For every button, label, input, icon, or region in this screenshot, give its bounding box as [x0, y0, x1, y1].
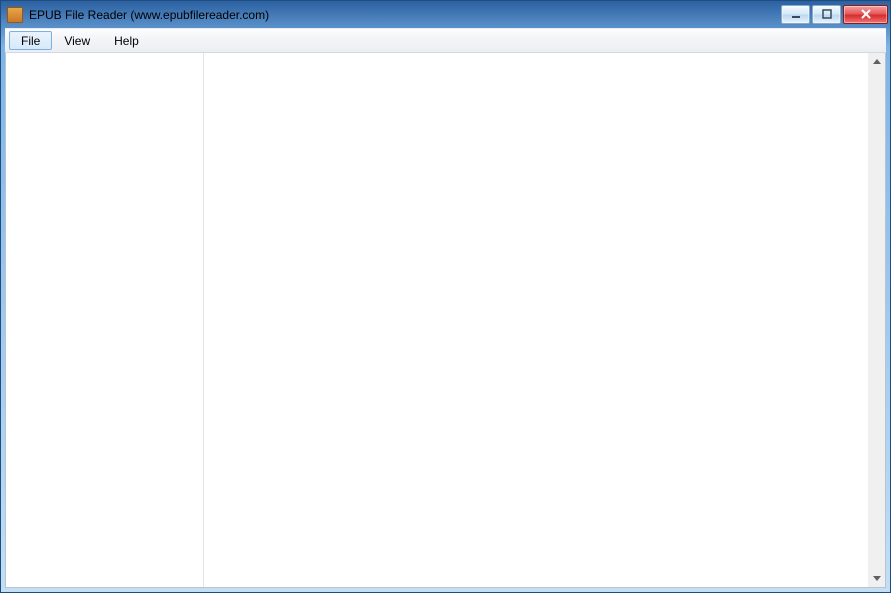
menu-file[interactable]: File	[9, 31, 52, 50]
close-button[interactable]	[843, 5, 888, 24]
menu-view[interactable]: View	[52, 29, 102, 52]
content-wrap	[204, 53, 885, 587]
content-panel	[204, 53, 868, 587]
chevron-up-icon	[873, 59, 881, 64]
window-title: EPUB File Reader (www.epubfilereader.com…	[29, 8, 781, 22]
minimize-button[interactable]	[781, 5, 810, 24]
scroll-track[interactable]	[868, 70, 885, 570]
menu-bar: File View Help	[5, 28, 886, 53]
menu-help[interactable]: Help	[102, 29, 151, 52]
app-icon	[7, 7, 23, 23]
maximize-button[interactable]	[812, 5, 841, 24]
client-area	[5, 53, 886, 588]
window-controls	[781, 5, 888, 24]
scroll-up-button[interactable]	[868, 53, 885, 70]
sidebar-panel	[6, 53, 204, 587]
maximize-icon	[821, 8, 833, 20]
scroll-down-button[interactable]	[868, 570, 885, 587]
close-icon	[859, 8, 873, 20]
minimize-icon	[790, 8, 802, 20]
vertical-scrollbar[interactable]	[868, 53, 885, 587]
title-bar: EPUB File Reader (www.epubfilereader.com…	[1, 1, 890, 28]
chevron-down-icon	[873, 576, 881, 581]
